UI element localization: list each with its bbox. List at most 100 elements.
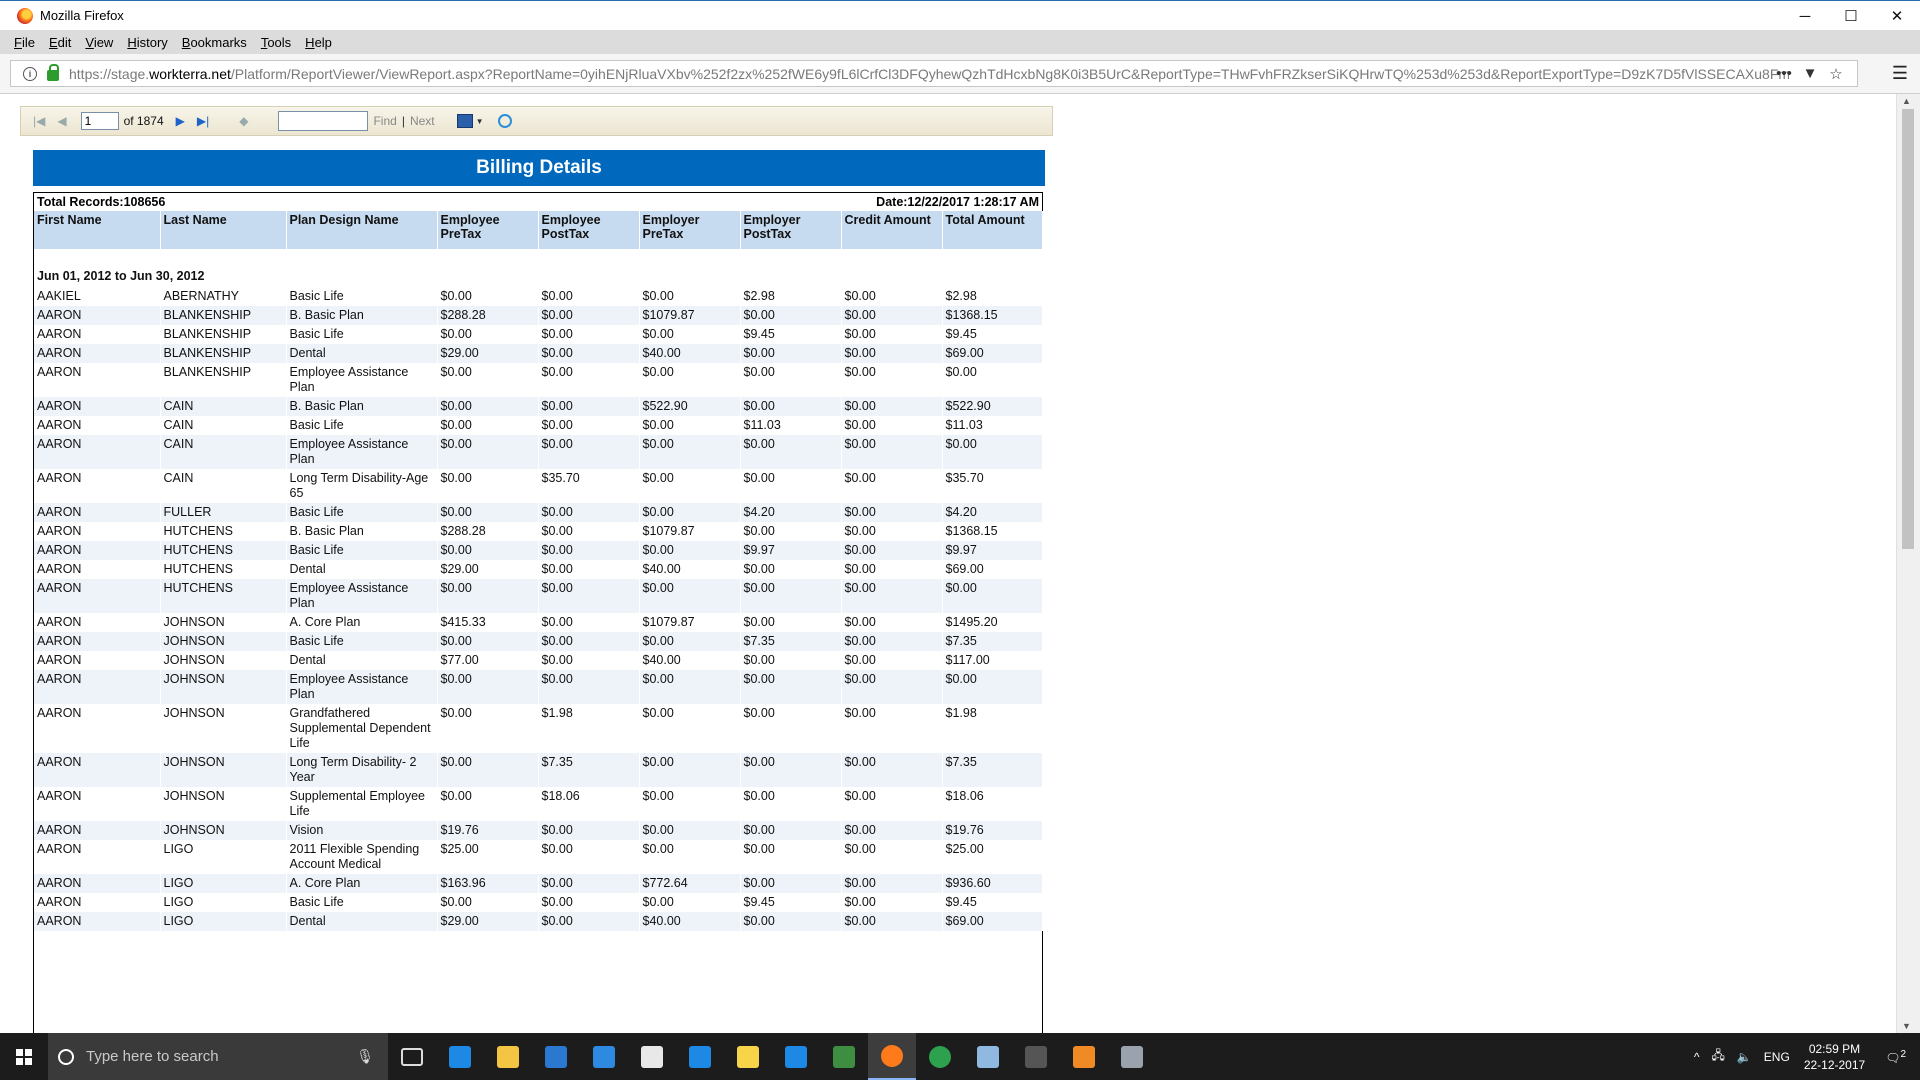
menu-help[interactable]: Help bbox=[305, 35, 332, 50]
file-explorer-icon bbox=[497, 1045, 519, 1068]
table-cell: AARON bbox=[34, 306, 161, 325]
scrollbar-thumb[interactable] bbox=[1902, 109, 1914, 549]
clock[interactable]: 02:59 PM 22-12-2017 bbox=[1804, 1041, 1865, 1073]
table-cell: $1.98 bbox=[942, 704, 1043, 753]
url-text[interactable]: https://stage.workterra.net/Platform/Rep… bbox=[69, 66, 1789, 82]
menu-file[interactable]: File bbox=[14, 35, 35, 50]
table-row: AARON JOHNSON Long Term Disability- 2 Year… bbox=[34, 753, 1043, 787]
site-info-icon[interactable]: i bbox=[19, 66, 41, 81]
export-dropdown-icon[interactable]: ▼ bbox=[476, 117, 484, 126]
menu-tools[interactable]: Tools bbox=[261, 35, 291, 50]
scroll-up-icon[interactable]: ▲ bbox=[1902, 96, 1911, 106]
table-cell: JOHNSON bbox=[160, 787, 287, 821]
taskbar-app[interactable] bbox=[868, 1033, 916, 1080]
minimize-button[interactable]: ─ bbox=[1782, 1, 1828, 31]
back-to-parent-icon[interactable]: ◆ bbox=[239, 114, 248, 128]
table-cell: $0.00 bbox=[538, 503, 640, 522]
table-cell: $77.00 bbox=[437, 651, 539, 670]
network-icon[interactable]: 🖧 bbox=[1711, 1046, 1724, 1067]
first-page-icon[interactable]: |◀ bbox=[33, 114, 45, 128]
table-cell: CAIN bbox=[160, 397, 287, 416]
menu-history[interactable]: History bbox=[127, 35, 167, 50]
find-link[interactable]: Find bbox=[373, 114, 396, 128]
table-cell: $11.03 bbox=[740, 416, 842, 435]
taskbar-app[interactable] bbox=[388, 1033, 436, 1080]
taskbar-app[interactable] bbox=[1060, 1033, 1108, 1080]
table-cell: $0.00 bbox=[740, 670, 842, 704]
find-input[interactable] bbox=[278, 111, 369, 131]
previous-page-icon[interactable]: ◀ bbox=[57, 114, 66, 128]
column-header: First Name bbox=[34, 211, 161, 249]
table-cell: $35.70 bbox=[538, 469, 640, 503]
start-button[interactable] bbox=[0, 1033, 48, 1080]
vertical-scrollbar[interactable]: ▲ ▼ bbox=[1896, 94, 1920, 1033]
table-cell: Grandfathered Supplemental Dependent Lif… bbox=[286, 704, 438, 753]
maximize-button[interactable]: ☐ bbox=[1828, 1, 1874, 31]
column-header: Credit Amount bbox=[841, 211, 943, 249]
table-cell: $0.00 bbox=[740, 912, 842, 931]
taskbar-app[interactable] bbox=[1108, 1033, 1156, 1080]
action-center-icon[interactable]: 🗨2 bbox=[1885, 1049, 1906, 1065]
taskbar-search[interactable]: Type here to search 🎙 bbox=[48, 1033, 388, 1080]
table-cell: $0.00 bbox=[841, 416, 943, 435]
menu-bar: File Edit View History Bookmarks Tools H… bbox=[0, 30, 1920, 54]
table-cell: $1079.87 bbox=[639, 613, 741, 632]
table-cell: Dental bbox=[286, 651, 438, 670]
taskbar-app[interactable] bbox=[1012, 1033, 1060, 1080]
language-indicator[interactable]: ENG bbox=[1764, 1050, 1790, 1064]
next-link[interactable]: Next bbox=[410, 114, 435, 128]
table-cell: Basic Life bbox=[286, 541, 438, 560]
bookmark-star-icon[interactable]: ☆ bbox=[1823, 65, 1849, 83]
taskbar-app[interactable] bbox=[436, 1033, 484, 1080]
table-cell: B. Basic Plan bbox=[286, 522, 438, 541]
export-save-icon[interactable] bbox=[456, 114, 473, 128]
report-date: Date:12/22/2017 1:28:17 AM bbox=[876, 195, 1039, 209]
menu-edit[interactable]: Edit bbox=[49, 35, 71, 50]
taskbar-app[interactable] bbox=[964, 1033, 1012, 1080]
table-cell: $9.45 bbox=[942, 325, 1043, 344]
microphone-icon[interactable]: 🎙 bbox=[356, 1048, 374, 1065]
last-page-icon[interactable]: ▶| bbox=[197, 114, 209, 128]
taskbar-app[interactable] bbox=[916, 1033, 964, 1080]
scroll-down-icon[interactable]: ▼ bbox=[1902, 1021, 1911, 1031]
table-cell: $0.00 bbox=[841, 840, 943, 874]
table-cell: $0.00 bbox=[942, 363, 1043, 397]
lock-icon bbox=[47, 64, 59, 81]
firefox-window: Mozilla Firefox ─ ☐ ✕ File Edit View His… bbox=[0, 0, 1920, 1080]
taskbar-app[interactable] bbox=[580, 1033, 628, 1080]
next-page-icon[interactable]: ▶ bbox=[176, 114, 185, 128]
table-cell: $0.00 bbox=[538, 541, 640, 560]
window-controls: ─ ☐ ✕ bbox=[1782, 1, 1920, 31]
taskbar-app[interactable] bbox=[676, 1033, 724, 1080]
table-cell: HUTCHENS bbox=[160, 522, 287, 541]
refresh-icon[interactable] bbox=[497, 114, 512, 128]
taskbar-app[interactable] bbox=[820, 1033, 868, 1080]
show-hidden-icons-icon[interactable]: ^ bbox=[1694, 1050, 1700, 1064]
navigation-toolbar: i https://stage.workterra.net/Platform/R… bbox=[0, 54, 1920, 94]
page-number-input[interactable] bbox=[80, 112, 119, 130]
table-cell: $0.00 bbox=[841, 874, 943, 893]
taskbar-app[interactable] bbox=[628, 1033, 676, 1080]
table-cell: JOHNSON bbox=[160, 613, 287, 632]
pocket-icon[interactable]: ▼ bbox=[1797, 65, 1823, 82]
table-cell: $0.00 bbox=[639, 753, 741, 787]
table-row: AARON LIGO 2011 Flexible Spending Account … bbox=[34, 840, 1043, 874]
clock-date: 22-12-2017 bbox=[1803, 1057, 1866, 1072]
url-bar[interactable]: i https://stage.workterra.net/Platform/R… bbox=[10, 60, 1858, 87]
table-cell: $0.00 bbox=[841, 363, 943, 397]
volume-icon[interactable]: 🔈 bbox=[1737, 1050, 1752, 1064]
taskbar-app[interactable] bbox=[724, 1033, 772, 1080]
table-cell: $0.00 bbox=[639, 325, 741, 344]
table-cell: AARON bbox=[34, 560, 161, 579]
column-header: Total Amount bbox=[942, 211, 1043, 249]
menu-view[interactable]: View bbox=[85, 35, 113, 50]
taskbar-app[interactable] bbox=[532, 1033, 580, 1080]
close-button[interactable]: ✕ bbox=[1874, 1, 1920, 31]
taskbar-app[interactable] bbox=[772, 1033, 820, 1080]
page-actions-icon[interactable]: ••• bbox=[1771, 65, 1797, 82]
table-row: AARON HUTCHENS Dental $29.00 $0.00 $40.00 $0.0… bbox=[34, 560, 1043, 579]
table-cell: $29.00 bbox=[437, 912, 539, 931]
menu-bookmarks[interactable]: Bookmarks bbox=[182, 35, 247, 50]
open-menu-icon[interactable]: ☰ bbox=[1892, 63, 1908, 84]
taskbar-app[interactable] bbox=[484, 1033, 532, 1080]
